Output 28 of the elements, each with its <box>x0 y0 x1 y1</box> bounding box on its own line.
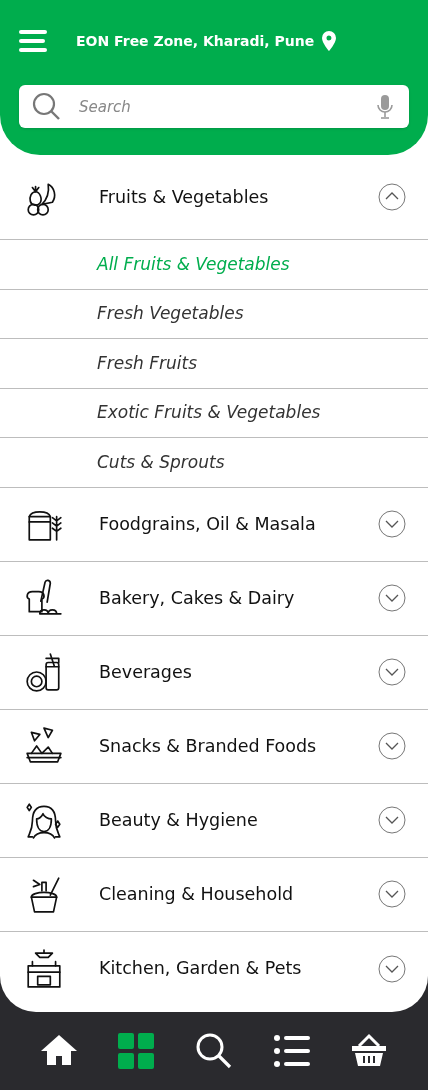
category-label[interactable]: Beauty & Hygiene <box>99 806 378 834</box>
search-icon[interactable] <box>195 1032 233 1070</box>
category-label[interactable]: Kitchen, Garden & Pets <box>99 955 378 982</box>
expand-chevron-icon[interactable] <box>378 806 406 834</box>
expand-chevron-icon[interactable] <box>378 584 406 612</box>
location-pin-icon[interactable] <box>322 31 337 51</box>
search-icon <box>32 92 62 122</box>
category-label[interactable]: Cleaning & Household <box>99 880 378 908</box>
subcategory-item[interactable]: Fresh Fruits <box>97 350 198 376</box>
subcategory-item[interactable]: Cuts & Sprouts <box>97 449 225 475</box>
grid-icon[interactable] <box>117 1032 156 1070</box>
category-label[interactable]: Snacks & Branded Foods <box>99 732 378 760</box>
expand-chevron-icon[interactable] <box>378 880 406 908</box>
category-label[interactable]: Foodgrains, Oil & Masala <box>99 510 378 538</box>
expand-chevron-icon[interactable] <box>378 510 406 538</box>
category-label[interactable]: Beverages <box>99 658 378 686</box>
expand-chevron-icon[interactable] <box>378 954 406 983</box>
subcategory-item[interactable]: Exotic Fruits & Vegetables <box>97 400 321 426</box>
menu-icon[interactable] <box>19 29 49 53</box>
expand-chevron-icon[interactable] <box>378 732 406 760</box>
category-label[interactable]: Fruits & Vegetables <box>99 183 378 211</box>
collapse-chevron-icon[interactable] <box>378 183 406 211</box>
category-label[interactable]: Bakery, Cakes & Dairy <box>99 584 378 612</box>
subcategory-item[interactable]: Fresh Vegetables <box>97 301 244 327</box>
search-field[interactable]: Search <box>19 85 409 128</box>
expand-chevron-icon[interactable] <box>378 658 406 686</box>
list-icon[interactable] <box>272 1032 311 1070</box>
microphone-icon[interactable] <box>377 95 393 119</box>
